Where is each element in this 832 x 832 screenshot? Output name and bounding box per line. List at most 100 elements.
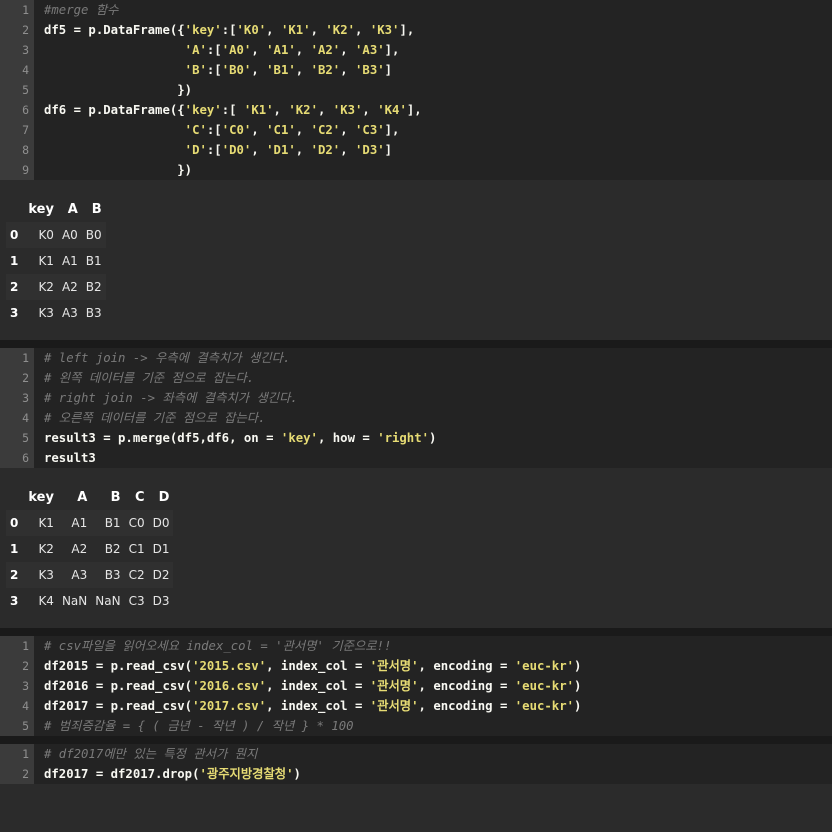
- line-number: 2: [22, 767, 29, 781]
- line-number: 3: [22, 679, 29, 693]
- line-number: 6: [22, 451, 29, 465]
- code-string: 'euc-kr': [514, 659, 575, 673]
- code-comment: # 범죄증감율 = { ( 금년 - 작년 ) / 작년 } * 100: [44, 719, 354, 733]
- header-row: key A B C D: [6, 484, 173, 510]
- code-token: ]: [384, 63, 393, 77]
- code-token: , encoding =: [418, 679, 515, 693]
- table-row: 0 K1 A1 B1 C0 D0: [6, 510, 174, 536]
- code-string: 'B2': [310, 63, 341, 77]
- code-string: 'C': [184, 123, 207, 137]
- code-cell[interactable]: 1 2 3 4 5 # csv파일을 읽어오세요 index_col = '관서명' 기준…: [0, 636, 832, 736]
- code-line: result3 = p.merge(df5,df6, on = 'key', h…: [44, 428, 832, 448]
- code-token: ): [574, 699, 582, 713]
- table-cell: A2: [71, 542, 88, 556]
- line-number: 6: [22, 103, 29, 117]
- code-string: 'K0': [236, 23, 267, 37]
- code-token: }): [44, 163, 193, 177]
- line-number: 1: [22, 639, 29, 653]
- table-cell: B3: [85, 306, 102, 320]
- code-token: , encoding =: [418, 699, 515, 713]
- code-token: ): [574, 679, 582, 693]
- code-editor[interactable]: #merge 함수 df5 = p.DataFrame({'key':['K0',…: [34, 0, 832, 180]
- code-string: 'right': [377, 431, 430, 445]
- code-line: # right join -> 좌측에 결측치가 생긴다.: [44, 388, 832, 408]
- code-token: :[: [206, 143, 222, 157]
- code-token: }): [44, 83, 193, 97]
- code-cell[interactable]: 1 2 3 4 5 6 # left join -> 우측에 결측치가 생긴다. # 왼쪽 데…: [0, 348, 832, 468]
- table-cell: K3: [38, 306, 54, 320]
- column-header: D: [158, 489, 170, 505]
- table-cell: C0: [128, 516, 145, 530]
- code-string: 'D': [184, 143, 207, 157]
- code-token: ,: [295, 143, 311, 157]
- table-body: 0 K1 A1 B1 C0 D0 1 K2 A2 B2 C1 D1 2 K3 A3 B3 C2 D2 3 K4 NaN N…: [6, 510, 174, 614]
- code-string: 'K1': [280, 23, 311, 37]
- table-cell: A0: [61, 228, 78, 242]
- code-string: 'C2': [310, 123, 341, 137]
- table-row: 1 K1 A1 B1: [6, 248, 106, 274]
- code-comment: # csv파일을 읽어오세요 index_col = '관서명' 기준으로!!: [44, 639, 392, 653]
- table-row: 2 K3 A3 B3 C2 D2: [6, 562, 174, 588]
- line-number: 5: [22, 719, 29, 733]
- code-token: ,: [362, 103, 378, 117]
- code-line: # 범죄증감율 = { ( 금년 - 작년 ) / 작년 } * 100: [44, 716, 832, 736]
- code-cell[interactable]: 1 2 3 4 5 6 7 8 9 #merge 함수 df5 = p.DataFrame({'ke…: [0, 0, 832, 180]
- table-cell: K1: [38, 516, 54, 530]
- line-number: 4: [22, 699, 29, 713]
- code-line: 'C':['C0', 'C1', 'C2', 'C3'],: [44, 120, 832, 140]
- code-string: 'B0': [221, 63, 252, 77]
- table-cell: NaN: [61, 594, 88, 608]
- code-token: ): [574, 659, 582, 673]
- row-index: 2: [10, 568, 19, 582]
- code-token: ,: [355, 23, 370, 37]
- table-cell: K2: [38, 542, 54, 556]
- line-number-gutter: 1 2 3 4 5 6 7 8 9: [0, 0, 34, 180]
- code-token: df5 = p.DataFrame({: [44, 23, 185, 37]
- code-cell[interactable]: 1 2 # df2017에만 있는 특정 관서가 뭔지 df2017 = df2017…: [0, 744, 832, 784]
- code-string: 'K3': [332, 103, 363, 117]
- code-token: df2016 = p.read_csv(: [44, 679, 193, 693]
- code-string: 'A': [184, 43, 207, 57]
- code-token: result3 = p.merge(df5,df6, on =: [44, 431, 281, 445]
- code-token: df2017 = p.read_csv(: [44, 699, 193, 713]
- line-number-gutter: 12: [0, 744, 34, 784]
- code-line: df6 = p.DataFrame({'key':[ 'K1', 'K2', '…: [44, 100, 832, 120]
- code-line: # left join -> 우측에 결측치가 생긴다.: [44, 348, 832, 368]
- table-cell: D1: [152, 542, 170, 556]
- code-token: ,: [251, 143, 267, 157]
- column-header: A: [77, 489, 88, 505]
- line-number: 5: [22, 431, 29, 445]
- code-token: ,: [340, 63, 356, 77]
- code-line: # 오른쪽 데이터를 기준 점으로 잡는다.: [44, 408, 832, 428]
- table-body: 0 K0 A0 B0 1 K1 A1 B1 2 K2 A2 B2 3 K3 A3 B3: [6, 222, 106, 326]
- code-string: 'C0': [221, 123, 252, 137]
- code-token: ,: [340, 143, 356, 157]
- code-token: ,: [251, 43, 267, 57]
- row-index: 2: [10, 280, 19, 294]
- table-cell: B1: [104, 516, 121, 530]
- table-row: 0 K0 A0 B0: [6, 222, 106, 248]
- code-token: ],: [384, 43, 400, 57]
- code-token: ,: [340, 123, 356, 137]
- code-token: df6 = p.DataFrame({: [44, 103, 185, 117]
- column-header: key: [28, 489, 54, 505]
- code-editor[interactable]: # left join -> 우측에 결측치가 생긴다. # 왼쪽 데이터를 기준…: [34, 348, 832, 468]
- line-number: 4: [22, 411, 29, 425]
- code-string: 'C3': [355, 123, 385, 137]
- cell-separator: [0, 628, 832, 636]
- code-editor[interactable]: # csv파일을 읽어오세요 index_col = '관서명' 기준으로!! d…: [34, 636, 832, 736]
- table-cell: K2: [38, 280, 54, 294]
- code-token: , index_col =: [266, 679, 370, 693]
- code-token: ,: [295, 123, 311, 137]
- code-editor[interactable]: # df2017에만 있는 특정 관서가 뭔지 df2017 = df2017.d…: [34, 744, 832, 784]
- table-cell: C2: [128, 568, 145, 582]
- column-header: key: [28, 201, 54, 217]
- table-cell: K1: [38, 254, 54, 268]
- output-area: key A B C D 0 K1 A1 B1 C0 D0 1 K2 A2 B2 C1 D1 2 K3 A3 B3 C2 D2…: [0, 468, 832, 628]
- dataframe-table: key A B C D 0 K1 A1 B1 C0 D0 1 K2 A2 B2 C1 D1 2 K3 A3 B3 C2 D2…: [6, 484, 174, 614]
- line-number: 3: [22, 391, 29, 405]
- code-string: 'A3': [355, 43, 385, 57]
- table-cell: C3: [128, 594, 145, 608]
- line-number: 7: [22, 123, 29, 137]
